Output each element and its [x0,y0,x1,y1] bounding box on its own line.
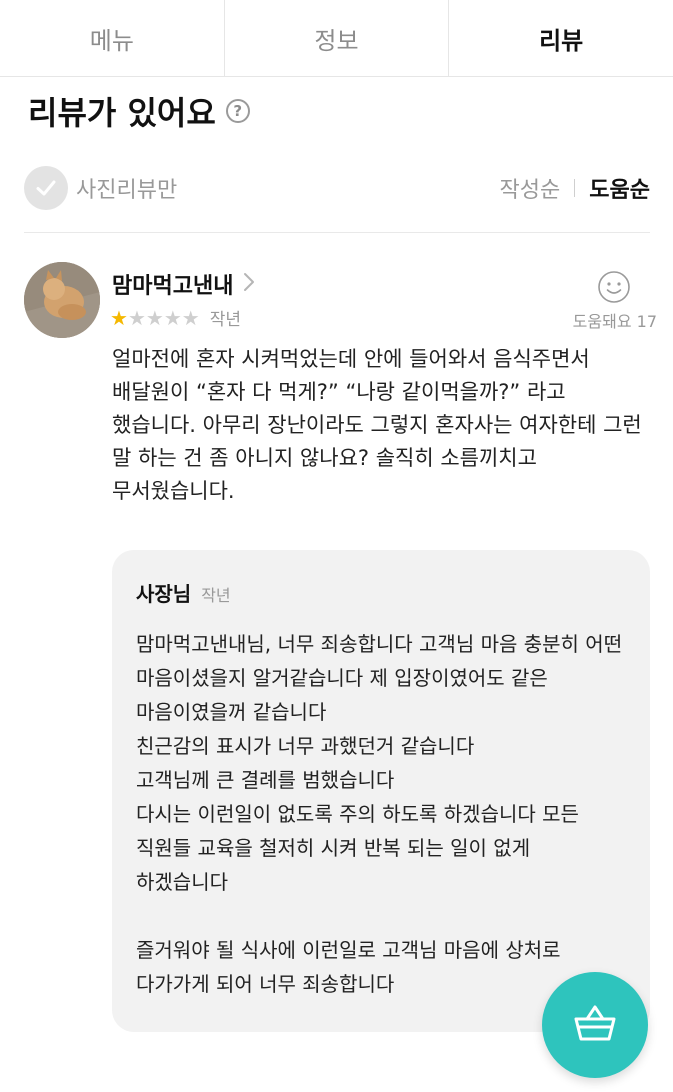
owner-reply-header: 사장님 작년 [136,578,626,607]
cart-button[interactable] [542,972,648,1078]
helpful-count: 도움돼요 17 [572,312,657,331]
photo-review-only-toggle[interactable]: 사진리뷰만 [24,166,177,210]
basket-icon [573,1003,617,1047]
star-empty-icon: ★ [127,305,146,330]
reviewer-row[interactable]: 맘마먹고낸내 [112,268,255,300]
filter-row: 사진리뷰만 작성순 도움순 [24,165,650,211]
section-header: 리뷰가 있어요 ? [28,88,250,134]
owner-reply: 사장님 작년 맘마먹고낸내님, 너무 죄송합니다 고객님 마음 충분히 어떤 마… [112,550,650,1032]
owner-reply-date: 작년 [201,586,231,605]
smiley-icon [597,270,631,308]
review-text: 얼마전에 혼자 시켜먹었는데 안에 들어와서 음식주면서 배달원이 “혼자 다 … [112,347,642,503]
photo-review-only-label: 사진리뷰만 [76,178,178,203]
tab-info[interactable]: 정보 [224,0,450,76]
check-icon [24,166,68,210]
owner-reply-text: 맘마먹고낸내님, 너무 죄송합니다 고객님 마음 충분히 어떤 마음이셨을지 알… [136,632,623,996]
reviewer-name[interactable]: 맘마먹고낸내 [112,268,233,300]
star-empty-icon: ★ [145,305,164,330]
tab-reviews[interactable]: 리뷰 [449,0,673,76]
sort-options: 작성순 도움순 [500,172,650,204]
question-circle-icon[interactable]: ? [225,99,250,123]
chevron-right-icon [243,272,255,296]
sort-divider [574,179,576,197]
rating-row: ★ ★ ★ ★ ★ 작년 [110,305,241,331]
star-filled-icon: ★ [110,305,128,330]
owner-name: 사장님 [136,582,192,606]
sort-by-helpful-button[interactable]: 도움순 [589,172,650,204]
star-empty-icon: ★ [163,305,182,330]
avatar[interactable] [24,262,100,338]
sort-by-date-button[interactable]: 작성순 [500,172,561,204]
star-empty-icon: ★ [181,305,200,330]
review-date: 작년 [209,310,241,330]
section-title: 리뷰가 있어요 [28,94,216,132]
tab-bar: 메뉴 정보 리뷰 [0,0,673,77]
tab-menu[interactable]: 메뉴 [0,0,225,76]
divider [24,232,650,233]
